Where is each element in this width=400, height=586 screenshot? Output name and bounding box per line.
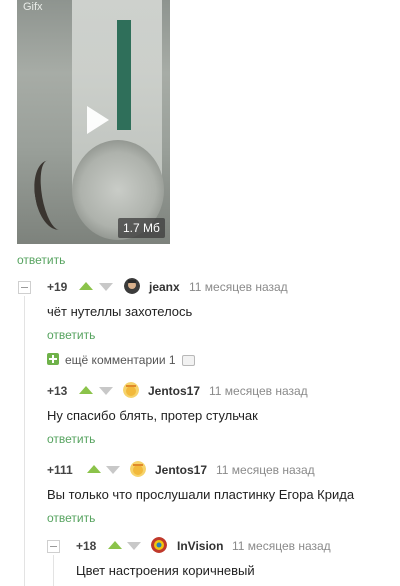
comment-text: Цвет настроения коричневый [76, 563, 255, 578]
downvote-icon[interactable] [99, 387, 113, 395]
downvote-icon[interactable] [99, 283, 113, 291]
avatar[interactable] [151, 537, 167, 553]
gif-label: Gifx [23, 1, 43, 13]
comment-time[interactable]: 11 месяцев назад [189, 280, 288, 294]
avatar[interactable] [123, 382, 139, 398]
more-comments-count: 1 [168, 353, 176, 367]
upvote-icon[interactable] [79, 386, 93, 394]
comment-bubble-icon [182, 355, 195, 366]
avatar[interactable] [130, 461, 146, 477]
comment-time[interactable]: 11 месяцев назад [209, 384, 308, 398]
comment-author[interactable]: Jentos17 [155, 463, 207, 477]
post-reply-link[interactable]: ответить [17, 253, 65, 267]
collapse-icon[interactable] [18, 281, 31, 294]
comment-text: Ну спасибо блять, протер стульчак [47, 408, 258, 423]
comment-time[interactable]: 11 месяцев назад [232, 539, 331, 553]
comment-text: чёт нутеллы захотелось [47, 304, 193, 319]
comment-author[interactable]: jeanx [149, 280, 180, 294]
upvote-icon[interactable] [108, 541, 122, 549]
comment-rating: +111 [47, 463, 73, 477]
downvote-icon[interactable] [106, 466, 120, 474]
more-comments-link[interactable]: ещё комментарии 1 [65, 353, 176, 367]
gif-size-badge: 1.7 Мб [118, 218, 165, 238]
comment-rating: +13 [47, 384, 68, 398]
comment-time[interactable]: 11 месяцев назад [216, 463, 315, 477]
downvote-icon[interactable] [127, 542, 141, 550]
comment-text: Вы только что прослушали пластинку Егора… [47, 487, 355, 502]
thread-line [24, 296, 25, 586]
upvote-icon[interactable] [79, 282, 93, 290]
comment-author[interactable]: Jentos17 [148, 384, 200, 398]
more-comments-label: ещё комментарии [65, 353, 166, 367]
play-icon[interactable] [79, 104, 115, 136]
thread-line [53, 555, 54, 586]
gif-frame-tail [29, 157, 78, 233]
gif-frame-stripe [117, 20, 131, 130]
upvote-icon[interactable] [87, 465, 101, 473]
comment-reply-link[interactable]: ответить [47, 328, 95, 342]
comment-author[interactable]: InVision [177, 539, 223, 553]
comment-reply-link[interactable]: ответить [47, 432, 95, 446]
comment-rating: +18 [76, 539, 97, 553]
avatar[interactable] [124, 278, 140, 294]
comment-rating: +19 [47, 280, 68, 294]
comment-reply-link[interactable]: ответить [47, 511, 95, 525]
collapse-icon[interactable] [47, 540, 60, 553]
expand-icon[interactable] [47, 353, 59, 365]
